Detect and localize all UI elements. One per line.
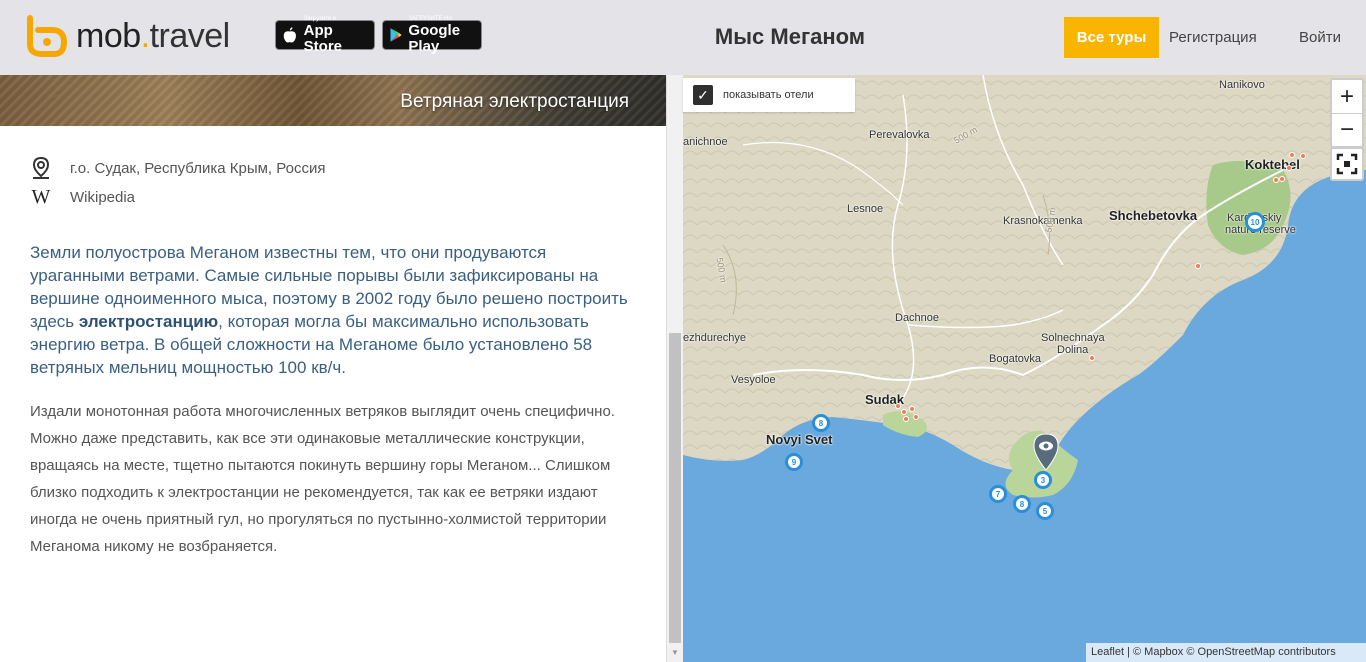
town-label: Lesnoe	[847, 203, 884, 215]
top-header: mob.travel Загрузите в App Store ЗАГРУЗИ…	[0, 0, 1366, 75]
hotel-marker[interactable]	[1279, 176, 1285, 182]
town-label: Perevalovka	[869, 129, 930, 141]
appstore-big-label: App Store	[303, 21, 342, 55]
fullscreen-button[interactable]	[1330, 147, 1364, 181]
zoom-out-button[interactable]: −	[1332, 113, 1362, 146]
hotel-marker[interactable]	[1289, 152, 1295, 158]
google-play-icon	[390, 28, 402, 42]
scroll-down-arrow[interactable]: ▼	[669, 648, 681, 658]
tour-pin[interactable]: 9	[785, 453, 803, 471]
register-link[interactable]: Регистрация	[1169, 29, 1257, 46]
hotel-marker[interactable]	[1300, 153, 1306, 159]
tour-pin[interactable]: 7	[989, 485, 1007, 503]
scrollbar-thumb[interactable]	[669, 333, 681, 643]
current-place-marker-icon[interactable]	[1031, 431, 1061, 471]
town-label: Nanikovo	[1219, 79, 1265, 91]
tour-pin[interactable]: 10	[1245, 212, 1265, 232]
wikipedia-link[interactable]: Wikipedia	[70, 189, 135, 206]
town-label: Koktebel	[1245, 157, 1300, 172]
town-label: ezhdurechye	[683, 332, 746, 344]
hero-image: Ветряная электростанция	[0, 75, 666, 126]
hotel-marker[interactable]	[903, 416, 909, 422]
page-title: Мыс Меганом	[714, 24, 866, 49]
town-label: anichnoe	[683, 136, 728, 148]
town-label: Bogatovka	[989, 353, 1041, 365]
mobtravel-logo[interactable]: mob.travel	[24, 14, 230, 58]
logo-dot: .	[140, 17, 150, 55]
tour-pin[interactable]: 8	[1013, 495, 1031, 513]
apple-icon	[283, 27, 296, 43]
tour-pin[interactable]: 8	[812, 414, 830, 432]
all-tours-button[interactable]: Все туры	[1064, 17, 1159, 58]
appstore-button[interactable]: Загрузите в App Store	[275, 16, 375, 54]
town-label: Dolina	[1057, 344, 1089, 356]
hotel-marker[interactable]	[1273, 177, 1279, 183]
zoom-control: + −	[1330, 78, 1364, 148]
hotel-marker[interactable]	[895, 403, 901, 409]
show-hotels-toggle[interactable]: ✓ показывать отели	[683, 78, 855, 112]
town-label: Vesyoloe	[731, 374, 776, 386]
hotel-marker[interactable]	[1089, 355, 1095, 361]
hotel-marker[interactable]	[901, 409, 907, 415]
tour-pin[interactable]: 3	[1034, 471, 1052, 489]
town-label: Novyi Svet	[766, 432, 833, 447]
zoom-in-button[interactable]: +	[1332, 80, 1362, 113]
town-label: Solnechnaya	[1041, 332, 1105, 344]
wikipedia-icon: W	[31, 185, 51, 208]
logo-main: mob	[76, 17, 141, 55]
location-row: г.о. Судак, Республика Крым, Россия	[30, 156, 325, 180]
hotel-marker[interactable]	[913, 414, 919, 420]
login-link[interactable]: Войти	[1299, 29, 1341, 46]
body-paragraph: Издали монотонная работа многочисленных …	[30, 403, 615, 555]
lead-bold-term: электростанцию	[78, 312, 219, 331]
logo-text: mob.travel	[76, 14, 230, 58]
town-label: Shchebetovka	[1109, 208, 1198, 223]
map-pin-icon	[30, 156, 52, 180]
hotel-marker[interactable]	[1286, 165, 1292, 171]
gplay-big-label: Google Play	[408, 21, 461, 55]
map-attribution[interactable]: Leaflet | © Mapbox © OpenStreetMap contr…	[1086, 643, 1366, 662]
checkbox-checked-icon[interactable]: ✓	[693, 85, 713, 105]
logo-tail: travel	[149, 17, 231, 55]
google-play-button[interactable]: ЗАГРУЗИТЕ НА Google Play	[382, 16, 482, 54]
fullscreen-icon	[1336, 153, 1358, 175]
hotel-marker[interactable]	[909, 406, 915, 412]
show-hotels-label: показывать отели	[723, 89, 814, 101]
article-pane: Ветряная электростанция г.о. Судак, Респ…	[0, 75, 666, 662]
location-text: г.о. Судак, Республика Крым, Россия	[70, 159, 326, 177]
hotel-marker[interactable]	[1195, 263, 1201, 269]
town-label: Dachnoe	[895, 312, 940, 324]
tour-pin[interactable]: 5	[1036, 502, 1054, 520]
logo-mark-icon	[27, 15, 68, 57]
town-label: Krasnokamenka	[1003, 215, 1083, 227]
map-view[interactable]: Nanikovo Perevalovka anichnoe Koktebel L…	[683, 75, 1366, 662]
wikipedia-row[interactable]: W Wikipedia	[30, 185, 135, 209]
lead-paragraph: Земли полуострова Меганом известны тем, …	[30, 241, 640, 379]
hero-title: Ветряная электростанция	[400, 91, 629, 112]
